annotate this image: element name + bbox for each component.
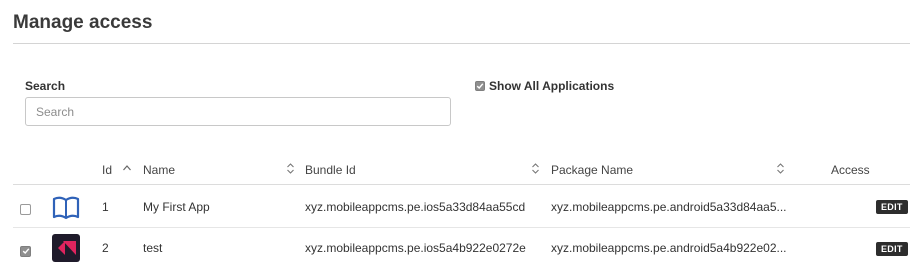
row-checkbox-box[interactable] xyxy=(20,204,31,215)
sort-toggle-icon[interactable] xyxy=(776,162,785,175)
edit-button[interactable]: EDIT xyxy=(876,200,908,214)
row-bundle-id: xyz.mobileappcms.pe.ios5a33d84aa55cd xyxy=(305,200,526,214)
check-icon xyxy=(22,248,29,255)
show-all-label: Show All Applications xyxy=(489,79,615,93)
book-icon xyxy=(52,196,80,220)
row-id: 1 xyxy=(102,200,109,214)
table-row: 1 My First App xyz.mobileappcms.pe.ios5a… xyxy=(13,186,910,228)
row-bundle-id: xyz.mobileappcms.pe.ios5a4b922e0272e xyxy=(305,241,526,255)
row-name: My First App xyxy=(143,200,210,214)
page-title: Manage access xyxy=(13,12,153,33)
column-header-name[interactable]: Name xyxy=(143,163,175,177)
sort-toggle-icon[interactable] xyxy=(531,162,540,175)
row-name: test xyxy=(143,241,163,255)
column-header-id[interactable]: Id xyxy=(102,163,112,177)
sort-toggle-icon[interactable] xyxy=(286,162,295,175)
row-checkbox-box[interactable] xyxy=(20,245,31,257)
row-id: 2 xyxy=(102,241,109,255)
row-select-checkbox[interactable] xyxy=(20,242,31,260)
search-input[interactable] xyxy=(25,97,451,126)
table-row: 2 test xyz.mobileappcms.pe.ios5a4b922e02… xyxy=(13,228,910,270)
column-header-package-name[interactable]: Package Name xyxy=(551,163,633,177)
column-header-access: Access xyxy=(831,163,870,177)
row-package-name: xyz.mobileappcms.pe.android5a4b922e02... xyxy=(551,241,787,255)
edit-button[interactable]: EDIT xyxy=(876,242,908,256)
search-label: Search xyxy=(25,79,66,93)
app-logo-icon xyxy=(52,234,80,262)
title-divider xyxy=(13,43,910,44)
show-all-checkbox[interactable] xyxy=(475,81,485,91)
check-icon xyxy=(476,83,484,90)
column-header-bundle-id[interactable]: Bundle Id xyxy=(305,163,356,177)
row-package-name: xyz.mobileappcms.pe.android5a33d84aa5... xyxy=(551,200,787,214)
show-all-applications-toggle[interactable]: Show All Applications xyxy=(475,79,614,93)
row-select-checkbox[interactable] xyxy=(20,202,31,220)
sort-ascending-icon[interactable] xyxy=(122,164,132,172)
header-divider xyxy=(13,184,910,185)
